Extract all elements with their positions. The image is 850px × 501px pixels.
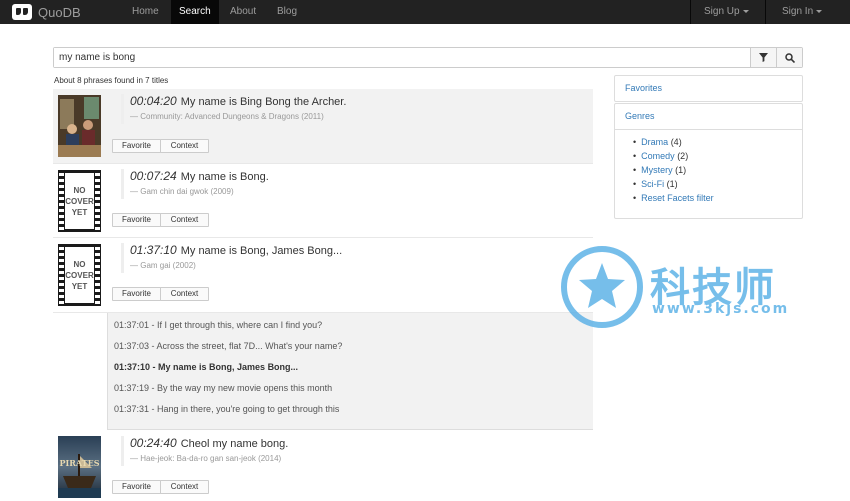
favorite-button[interactable]: Favorite bbox=[112, 139, 161, 153]
genre-item[interactable]: Drama (4) bbox=[641, 135, 714, 149]
quote-block: 01:37:10 My name is Bong, James Bong... —… bbox=[121, 243, 342, 273]
caret-down-icon bbox=[816, 9, 823, 13]
genre-item[interactable]: Sci-Fi (1) bbox=[641, 177, 714, 191]
community-still-image bbox=[58, 95, 101, 157]
result-item: NO COVER YET 00:07:24 My name is Bong. — Ga… bbox=[53, 164, 593, 238]
result-item: NO COVER YET 01:37:10 My name is Bong, Jame… bbox=[53, 238, 593, 313]
genre-name[interactable]: Drama bbox=[641, 137, 668, 147]
context-line-current[interactable]: 01:37:10 - My name is Bong, James Bong..… bbox=[114, 362, 298, 372]
quote-source[interactable]: — Gam gai (2002) bbox=[130, 261, 342, 270]
navbar: QuoDB Home Search About Blog Sign Up Sig… bbox=[0, 0, 850, 24]
no-cover-thumbnail[interactable]: NO COVER YET bbox=[58, 244, 101, 306]
filmstrip-holes bbox=[59, 170, 64, 232]
context-button[interactable]: Context bbox=[160, 213, 209, 227]
nav-search[interactable]: Search bbox=[171, 0, 219, 24]
context-panel: 01:37:01 - If I get through this, where … bbox=[107, 313, 593, 430]
context-line[interactable]: 01:37:19 - By the way my new movie opens… bbox=[114, 383, 332, 393]
genre-item[interactable]: Mystery (1) bbox=[641, 163, 714, 177]
genre-name[interactable]: Mystery bbox=[641, 165, 673, 175]
context-button[interactable]: Context bbox=[160, 139, 209, 153]
quote-text: Cheol my name bong. bbox=[180, 438, 289, 450]
filmstrip-holes bbox=[59, 244, 64, 306]
filmstrip-holes bbox=[95, 244, 100, 306]
reset-facets-link[interactable]: Reset Facets filter bbox=[641, 191, 714, 205]
poster-title: PIRATES bbox=[59, 458, 100, 468]
quote-timestamp[interactable]: 00:24:40 bbox=[130, 436, 177, 450]
movie-thumbnail[interactable] bbox=[58, 95, 101, 157]
watermark-logo-icon bbox=[561, 246, 643, 328]
result-item: 00:04:20 My name is Bing Bong the Archer.… bbox=[53, 89, 593, 164]
no-cover-thumbnail[interactable]: NO COVER YET bbox=[58, 170, 101, 232]
signin-label: Sign In bbox=[782, 6, 814, 17]
genres-title: Genres bbox=[615, 104, 802, 130]
favorite-button[interactable]: Favorite bbox=[112, 480, 161, 494]
quote-block: 00:07:24 My name is Bong. — Gam chin dai … bbox=[121, 169, 269, 199]
favorite-button[interactable]: Favorite bbox=[112, 287, 161, 301]
brand[interactable]: QuoDB bbox=[12, 4, 81, 20]
search-icon bbox=[784, 52, 795, 63]
quote-text: My name is Bong, James Bong... bbox=[180, 245, 343, 257]
context-line[interactable]: 01:37:03 - Across the street, flat 7D...… bbox=[114, 341, 342, 351]
favorites-panel: Favorites bbox=[614, 75, 803, 102]
signup-label: Sign Up bbox=[704, 6, 740, 17]
favorite-button[interactable]: Favorite bbox=[112, 213, 161, 227]
movie-thumbnail[interactable]: PIRATES bbox=[58, 436, 101, 498]
nav-divider bbox=[765, 0, 766, 24]
quote-block: 00:04:20 My name is Bing Bong the Archer.… bbox=[121, 94, 346, 124]
genre-name[interactable]: Sci-Fi bbox=[641, 179, 664, 189]
quote-timestamp[interactable]: 01:37:10 bbox=[130, 243, 177, 257]
quote-logo-icon bbox=[12, 4, 32, 20]
quote-source[interactable]: — Community: Advanced Dungeons & Dragons… bbox=[130, 112, 346, 121]
context-button[interactable]: Context bbox=[160, 287, 209, 301]
quote-source[interactable]: — Gam chin dai gwok (2009) bbox=[130, 187, 269, 196]
result-actions: Favorite Context bbox=[112, 139, 209, 153]
context-line[interactable]: 01:37:01 - If I get through this, where … bbox=[114, 320, 322, 330]
filter-button[interactable] bbox=[750, 48, 776, 67]
filter-icon bbox=[759, 53, 768, 62]
genre-count: (1) bbox=[675, 165, 687, 175]
nav-divider bbox=[690, 0, 691, 24]
context-button[interactable]: Context bbox=[160, 480, 209, 494]
watermark-url: www.3kjs.com bbox=[652, 301, 790, 317]
brand-name: QuoDB bbox=[38, 4, 81, 20]
context-line[interactable]: 01:37:31 - Hang in there, you're going t… bbox=[114, 404, 339, 414]
search-input[interactable] bbox=[54, 48, 750, 67]
nav-about[interactable]: About bbox=[222, 0, 264, 24]
quote-text: My name is Bing Bong the Archer. bbox=[180, 96, 347, 108]
result-actions: Favorite Context bbox=[112, 480, 209, 494]
quote-timestamp[interactable]: 00:04:20 bbox=[130, 94, 177, 108]
quote-source[interactable]: — Hae-jeok: Ba-da-ro gan san-jeok (2014) bbox=[130, 454, 288, 463]
genre-item[interactable]: Comedy (2) bbox=[641, 149, 714, 163]
genre-count: (1) bbox=[666, 179, 678, 189]
quote-timestamp[interactable]: 00:07:24 bbox=[130, 169, 177, 183]
caret-down-icon bbox=[742, 9, 749, 13]
signup-dropdown[interactable]: Sign Up bbox=[696, 0, 757, 24]
result-item: PIRATES 00:24:40 Cheol my name bong. — Ha… bbox=[53, 431, 593, 501]
no-cover-label: NO COVER YET bbox=[65, 247, 94, 303]
favorites-link[interactable]: Favorites bbox=[615, 76, 802, 101]
result-actions: Favorite Context bbox=[112, 213, 209, 227]
genre-list: Drama (4) Comedy (2) Mystery (1) Sci-Fi … bbox=[641, 135, 714, 205]
filmstrip-holes bbox=[95, 170, 100, 232]
quote-text: My name is Bong. bbox=[180, 171, 269, 183]
search-bar bbox=[53, 47, 803, 68]
results-count: About 8 phrases found in 7 titles bbox=[54, 76, 169, 85]
nav-blog[interactable]: Blog bbox=[269, 0, 305, 24]
nav-home[interactable]: Home bbox=[124, 0, 167, 24]
no-cover-label: NO COVER YET bbox=[65, 173, 94, 229]
signin-dropdown[interactable]: Sign In bbox=[774, 0, 830, 24]
quote-block: 00:24:40 Cheol my name bong. — Hae-jeok: … bbox=[121, 436, 288, 466]
genre-count: (2) bbox=[677, 151, 689, 161]
search-button[interactable] bbox=[776, 48, 802, 67]
genre-name[interactable]: Comedy bbox=[641, 151, 675, 161]
genre-count: (4) bbox=[670, 137, 682, 147]
result-actions: Favorite Context bbox=[112, 287, 209, 301]
